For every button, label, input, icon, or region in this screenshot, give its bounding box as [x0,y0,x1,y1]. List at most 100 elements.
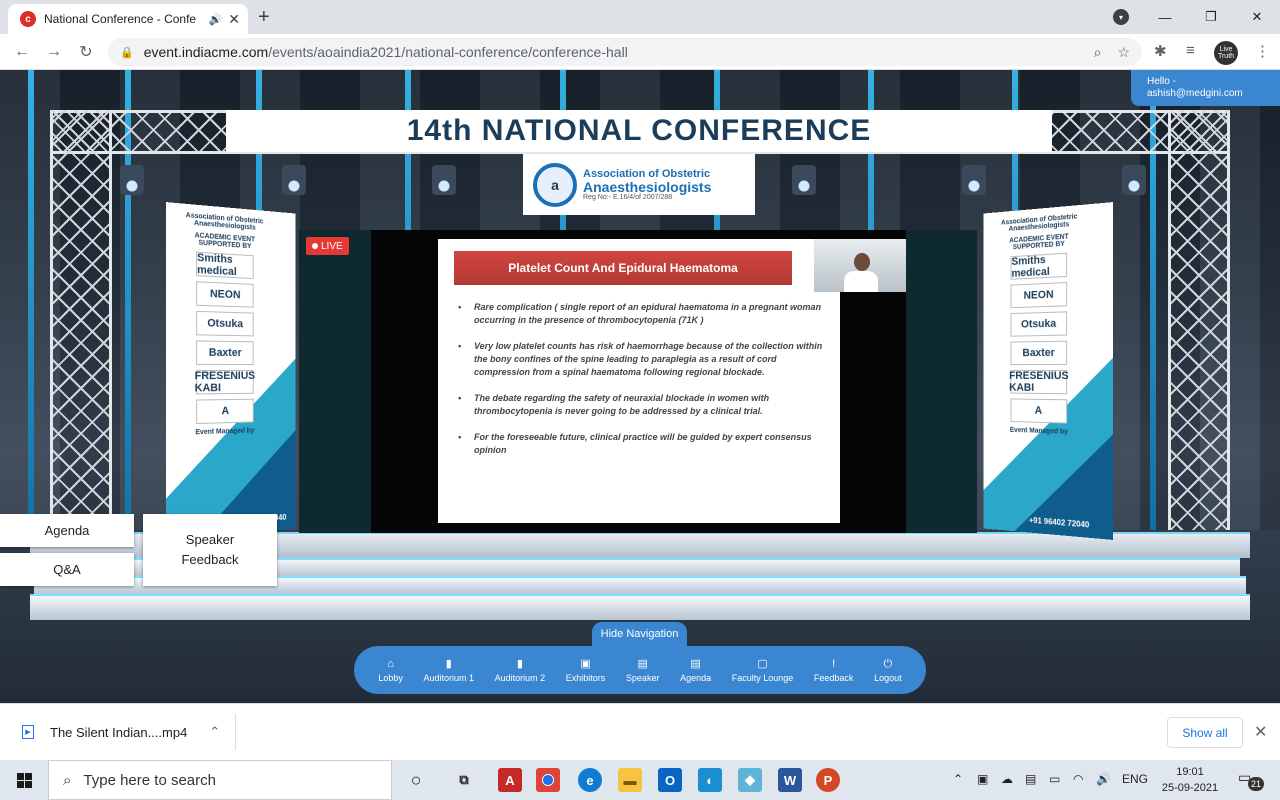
slide-title: Platelet Count And Epidural Haematoma [454,251,792,285]
start-button[interactable] [0,760,48,800]
sponsor-logo: NEON [1010,281,1068,309]
nav-label: Feedback [813,672,854,683]
sponsor-supported-by: ACADEMIC EVENT SUPPORTED BY [194,232,256,251]
spotlight-icon [1122,165,1146,195]
nav-exhibitors[interactable]: ▣ Exhibitors [566,658,606,683]
nav-lobby[interactable]: ⌂ Lobby [378,658,403,683]
agenda-button[interactable]: Agenda [0,514,134,547]
cortana-icon[interactable]: ○ [404,768,428,792]
browser-tab-bar: c National Conference - Confe 🔊 ✕ + ▾ — … [0,0,1280,34]
download-bar: ▶ The Silent Indian....mp4 ⌃ Show all ✕ [0,703,1280,760]
qa-button[interactable]: Q&A [0,553,134,586]
url-host: event.indiacme.com [143,44,269,60]
wifi-icon[interactable]: ◠ [1073,772,1083,786]
tab-audio-icon[interactable]: 🔊 [209,13,223,26]
url-text: event.indiacme.com/events/aoaindia2021/n… [144,44,1078,60]
browser-tab[interactable]: c National Conference - Confe 🔊 ✕ [8,4,248,34]
hide-navigation-button[interactable]: Hide Navigation [592,622,687,646]
chevron-up-icon[interactable]: ⌃ [209,724,220,740]
back-icon[interactable]: ← [10,40,34,64]
live-badge: LIVE [306,237,349,255]
tray-app-icon[interactable]: ▣ [977,772,988,786]
document-icon: ▤ [637,657,648,670]
minimize-icon[interactable]: — [1142,0,1188,34]
speaker-feedback-button[interactable]: Speaker Feedback [143,514,277,586]
extensions-icon[interactable]: ✱ [1154,42,1167,60]
sponsor-logo: Smiths medical [1010,252,1068,280]
word-icon[interactable]: W [778,768,802,792]
app-icon[interactable]: ◐ [698,768,722,792]
window-close-icon[interactable]: ✕ [1234,0,1280,34]
chrome-icon[interactable] [536,768,560,792]
volume-icon[interactable]: 🔊 [1096,772,1111,786]
sponsor-logo: Baxter [1010,340,1068,366]
close-download-bar-icon[interactable]: ✕ [1254,722,1267,742]
forward-icon[interactable]: → [42,40,66,64]
video-screen[interactable]: Platelet Count And Epidural Haematoma Ra… [299,230,977,533]
restore-icon[interactable]: ❐ [1188,0,1234,34]
user-email: ashish@medgini.com [1147,88,1243,99]
onedrive-icon[interactable]: ☁ [1001,772,1013,786]
user-greeting[interactable]: Hello - ashish@medgini.com [1131,70,1280,106]
search-placeholder: Type here to search [83,771,216,789]
document-icon: ▤ [690,657,701,670]
live-label: LIVE [321,240,343,252]
door-icon: ▮ [445,657,452,670]
taskbar-search[interactable]: ⌕ Type here to search [48,760,392,800]
zoom-icon[interactable]: ⌕ [1094,44,1102,61]
language-indicator[interactable]: ENG [1122,772,1148,786]
nav-auditorium-2[interactable]: ▮ Auditorium 2 [495,658,546,683]
outlook-icon[interactable]: O [658,768,682,792]
powerpoint-icon[interactable]: P [816,768,840,792]
reload-icon[interactable]: ↻ [74,40,98,64]
nav-label: Auditorium 1 [423,672,474,683]
nav-feedback[interactable]: ! Feedback [814,658,854,683]
notification-icon[interactable]: ▭ 21 [1238,769,1264,791]
slide-bullets: Rare complication ( single report of an … [458,301,828,470]
nav-speaker[interactable]: ▤ Speaker [626,658,660,683]
hello-label: Hello - [1147,76,1176,87]
association-emblem-icon: a [533,162,577,207]
conference-hall: 14th NATIONAL CONFERENCE a Association o… [0,70,1280,703]
nav-label: Faculty Lounge [731,672,794,683]
nav-label: Agenda [680,672,712,683]
truss-right [1168,110,1230,530]
address-bar[interactable]: 🔒 event.indiacme.com/events/aoaindia2021… [108,38,1142,66]
sponsor-logo: FRESENIUS KABI [1009,369,1069,395]
feedback-icon: ! [832,657,836,670]
show-hidden-icons[interactable]: ⌃ [953,772,963,786]
acrobat-icon[interactable]: A [498,768,522,792]
tray-app-icon[interactable]: ▤ [1025,772,1036,786]
notification-count: 21 [1248,777,1264,791]
nav-faculty-lounge[interactable]: ▢ Faculty Lounge [732,658,794,683]
tab-search-icon[interactable]: ▾ [1113,9,1129,25]
show-all-button[interactable]: Show all [1167,717,1243,748]
slide-bullet: Very low platelet counts has risk of hae… [458,340,828,379]
home-icon: ⌂ [387,657,394,670]
new-tab-icon[interactable]: + [258,6,270,29]
nav-auditorium-1[interactable]: ▮ Auditorium 1 [423,658,474,683]
slide-bullet: Rare complication ( single report of an … [458,301,828,327]
nav-agenda[interactable]: ▤ Agenda [680,658,711,683]
association-line2: Anaesthesiologists [583,179,712,195]
battery-icon[interactable]: ▭ [1049,772,1060,786]
tab-close-icon[interactable]: ✕ [228,11,240,28]
download-item[interactable]: ▶ The Silent Indian....mp4 ⌃ [10,714,236,750]
truss-left [50,110,112,530]
venue-navigation: ⌂ Lobby ▮ Auditorium 1 ▮ Auditorium 2 ▣ Exhi… [354,646,926,694]
clock[interactable]: 19:01 25-09-2021 [1158,764,1222,796]
power-icon: ⏻ [883,657,893,670]
edge-icon[interactable]: e [578,768,602,792]
bookmark-star-icon[interactable]: ☆ [1117,44,1130,61]
media-control-icon[interactable]: ≡ [1186,42,1195,59]
nav-logout[interactable]: ⏻ Logout [874,658,902,683]
app-icon[interactable]: ◆ [738,768,762,792]
url-path: /events/aoaindia2021/national-conference… [268,44,628,60]
sponsor-logo: Otsuka [1010,311,1068,337]
task-view-icon[interactable]: ⧉ [452,768,476,792]
file-explorer-icon[interactable]: ▬ [618,768,642,792]
menu-icon[interactable]: ⋮ [1255,42,1270,60]
profile-avatar[interactable]: Live Truth [1214,41,1238,65]
light-stripe [28,70,34,530]
spotlight-icon [962,165,986,195]
